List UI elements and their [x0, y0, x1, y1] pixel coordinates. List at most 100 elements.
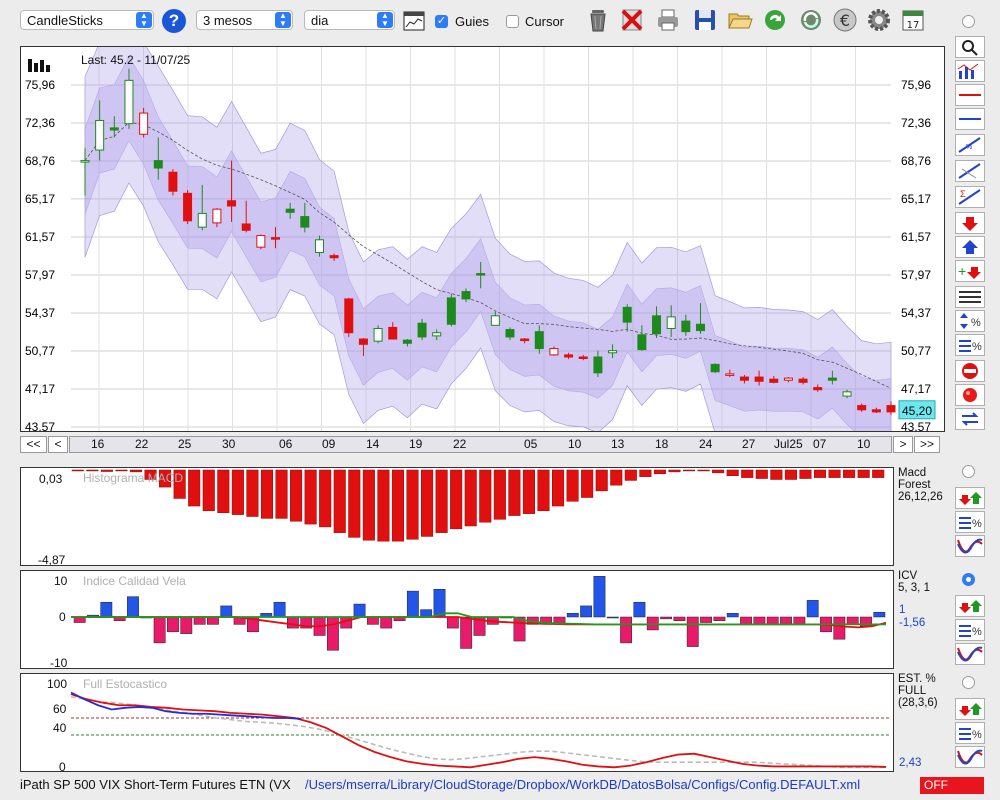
- icv-bar: [100, 601, 113, 618]
- macd-bar: [712, 469, 725, 474]
- nav-last-button[interactable]: >>: [914, 436, 940, 453]
- no-entry-button[interactable]: [955, 360, 985, 382]
- refresh-icon[interactable]: [762, 7, 788, 33]
- indicator-markers-button[interactable]: [955, 595, 985, 617]
- table-view-button[interactable]: [955, 286, 985, 308]
- print-icon[interactable]: [655, 7, 681, 33]
- indicator-percent-button[interactable]: %: [955, 722, 985, 744]
- currency-icon[interactable]: €: [832, 7, 858, 33]
- macd-bar: [246, 469, 259, 517]
- candle[interactable]: [168, 169, 178, 196]
- x-axis-strip[interactable]: 16 22 25 30 06 09 14 19 22 05 10 13 18 24 27 Jul25 07 10: [69, 436, 892, 453]
- trendline-button[interactable]: [955, 160, 985, 182]
- record-icon: [963, 388, 977, 402]
- icv-panel[interactable]: Indice Calidad Vela 10 0 -10: [20, 570, 894, 669]
- save-icon[interactable]: [692, 7, 718, 33]
- fibonacci-button[interactable]: %: [955, 134, 985, 156]
- macd-panel[interactable]: Histograma MACD 0,03 -4,87: [20, 467, 894, 566]
- cursor-checkbox[interactable]: [506, 15, 519, 28]
- bars-overlay-button[interactable]: [955, 60, 985, 82]
- macd-bar: [726, 469, 739, 476]
- zoom-icon: [962, 40, 978, 56]
- candle-body: [476, 273, 486, 276]
- candle-body: [827, 377, 837, 381]
- indicator-percent-button[interactable]: %: [955, 511, 985, 533]
- zoom-button[interactable]: [955, 36, 985, 58]
- chart-window-icon[interactable]: [403, 11, 425, 31]
- horizontal-line-blue-button[interactable]: [955, 108, 985, 130]
- macd-bar: [813, 469, 827, 478]
- horizontal-line-red-button[interactable]: [955, 84, 985, 106]
- percent-lines-button[interactable]: %: [955, 334, 985, 356]
- config-path-link[interactable]: /Users/mserra/Library/CloudStorage/Dropb…: [305, 777, 860, 792]
- icv-bar: [286, 616, 299, 629]
- record-button[interactable]: [955, 384, 985, 406]
- candle[interactable]: [344, 297, 354, 337]
- open-folder-icon[interactable]: [727, 7, 753, 33]
- candle-body: [153, 160, 163, 169]
- trash-icon[interactable]: [585, 7, 611, 33]
- candle-body: [197, 212, 207, 228]
- candle[interactable]: [710, 363, 720, 373]
- indicator-panel-radio[interactable]: [962, 465, 975, 478]
- period-select[interactable]: 3 mesos ▲ ▼: [196, 10, 293, 30]
- add-remove-button[interactable]: +: [955, 260, 985, 282]
- macd-label-1: Macd: [898, 467, 927, 479]
- help-icon[interactable]: ?: [162, 9, 186, 33]
- stoch-label-3: (28,3,6): [898, 697, 938, 709]
- price-chart-panel[interactable]: 75,96 75,96 72,36 72,36 68,76 68,76 65,17 65,17…: [20, 46, 945, 432]
- candle-body: [344, 298, 354, 334]
- candle[interactable]: [373, 325, 383, 344]
- current-value-label: 45,20: [902, 404, 932, 418]
- macd-y-top: 0,03: [39, 472, 63, 486]
- interval-select[interactable]: dia ▲ ▼: [304, 10, 395, 30]
- candle-body: [432, 332, 442, 337]
- y-tick-label-left: 50,77: [25, 344, 55, 358]
- bars-overlay-icon: [957, 63, 979, 79]
- indicator-curve-button[interactable]: [955, 535, 985, 557]
- buy-marker-button[interactable]: [955, 236, 985, 258]
- swap-button[interactable]: [955, 408, 985, 430]
- sell-marker-button[interactable]: [955, 212, 985, 234]
- nav-next-button[interactable]: >: [893, 436, 913, 453]
- y-tick-label-right: 65,17: [901, 192, 931, 206]
- gear-icon[interactable]: [866, 7, 892, 33]
- indicator-panel-radio[interactable]: [962, 573, 975, 586]
- indicator-curve-button[interactable]: [955, 643, 985, 665]
- indicator-markers-button[interactable]: [955, 487, 985, 509]
- sync-icon[interactable]: [798, 7, 824, 33]
- macd-bar: [857, 469, 870, 478]
- delete-chart-icon[interactable]: [619, 7, 645, 33]
- guides-checkbox[interactable]: ✓: [435, 15, 448, 28]
- candle-body: [608, 350, 618, 354]
- channel-button[interactable]: Σ: [955, 186, 985, 208]
- stoch-y-0: 0: [59, 760, 66, 772]
- macd-bar: [566, 469, 579, 502]
- trendline-icon: [958, 163, 981, 179]
- chart-type-select[interactable]: CandleSticks ▲ ▼: [20, 10, 154, 30]
- y-tick-label-left: 65,17: [25, 192, 55, 206]
- candle-body: [857, 405, 867, 411]
- main-chart-radio[interactable]: [962, 15, 975, 28]
- indicator-markers-button[interactable]: [955, 698, 985, 720]
- indicator-percent-button[interactable]: %: [955, 619, 985, 641]
- indicator-panel-radio[interactable]: [962, 676, 975, 689]
- candle-body: [490, 315, 500, 326]
- status-off-badge[interactable]: OFF: [920, 777, 984, 794]
- percent-scale-button[interactable]: %: [955, 310, 985, 332]
- nav-first-button[interactable]: <<: [20, 436, 47, 453]
- macd-bar: [304, 469, 317, 525]
- candle[interactable]: [446, 293, 456, 327]
- candle-body: [446, 297, 456, 325]
- y-tick-label-left: 47,17: [25, 382, 55, 396]
- icv-bar: [740, 616, 752, 625]
- indicator-curve-button[interactable]: [955, 746, 985, 768]
- price-chart[interactable]: 75,96 75,96 72,36 72,36 68,76 68,76 65,17 65,17…: [21, 47, 945, 432]
- stoch-panel[interactable]: Full Estocastico 100 60 40 0: [20, 673, 894, 772]
- icv-title: Indice Calidad Vela: [83, 574, 186, 588]
- calendar-icon[interactable]: 17: [900, 7, 926, 33]
- candle[interactable]: [256, 234, 266, 250]
- nav-prev-button[interactable]: <: [48, 436, 68, 453]
- horizontal-line-blue-icon: [959, 118, 981, 120]
- candle[interactable]: [183, 190, 193, 224]
